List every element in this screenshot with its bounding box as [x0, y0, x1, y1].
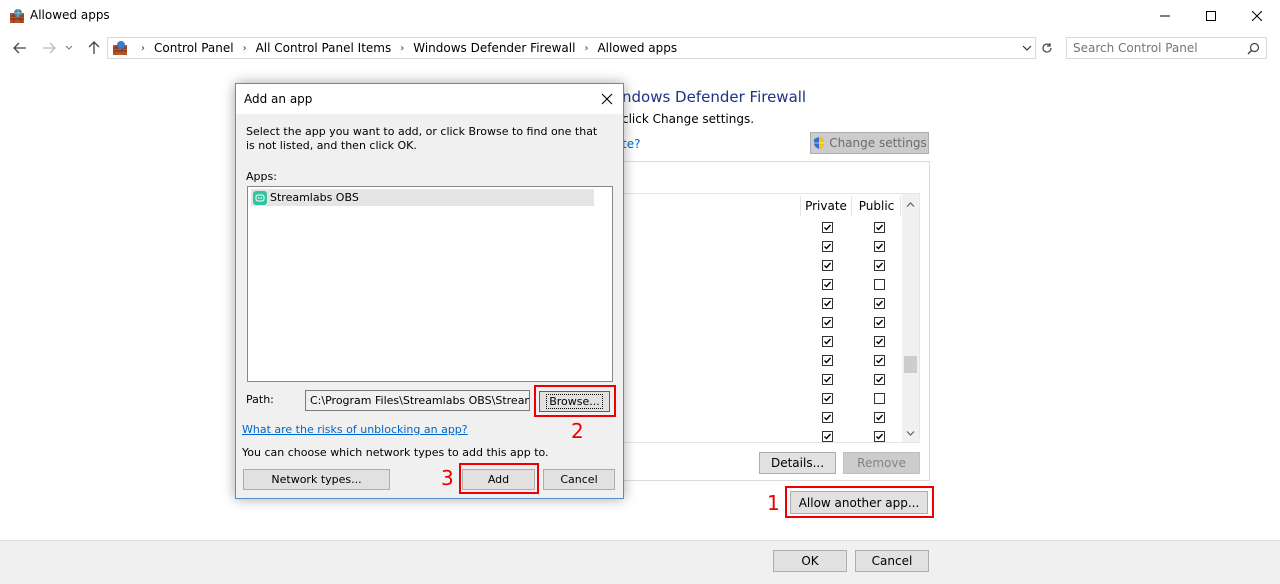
network-types-note: You can choose which network types to ad… — [242, 446, 549, 459]
vertical-scrollbar[interactable] — [902, 194, 919, 442]
breadcrumb-all-items[interactable]: All Control Panel Items — [256, 41, 392, 55]
firewall-app-icon — [9, 8, 25, 24]
checkbox-private[interactable] — [822, 260, 833, 271]
browse-button[interactable]: Browse... — [539, 391, 610, 412]
path-label: Path: — [246, 393, 274, 406]
app-list-item-label: Streamlabs OBS — [270, 191, 359, 204]
chevron-down-icon — [1022, 45, 1032, 51]
shield-icon — [814, 137, 825, 149]
checkbox-private[interactable] — [822, 317, 833, 328]
back-button[interactable] — [9, 38, 31, 58]
forward-button[interactable] — [38, 38, 60, 58]
close-button[interactable] — [1234, 0, 1280, 32]
change-settings-button[interactable]: Change settings — [810, 132, 929, 154]
window-title: Allowed apps — [30, 8, 110, 22]
breadcrumb-control-panel[interactable]: Control Panel — [154, 41, 234, 55]
step-1-label: 1 — [767, 491, 780, 515]
column-header-private[interactable]: Private — [800, 196, 852, 216]
refresh-button[interactable] — [1037, 37, 1057, 59]
chevron-up-icon — [906, 201, 915, 207]
breadcrumb-separator: › — [584, 42, 589, 54]
recent-locations-button[interactable] — [62, 38, 76, 58]
dialog-cancel-button[interactable]: Cancel — [543, 469, 615, 490]
checkbox-public[interactable] — [874, 393, 885, 404]
apps-listbox[interactable] — [247, 186, 613, 382]
app-list-item[interactable]: Streamlabs OBS — [251, 189, 594, 206]
path-field[interactable]: C:\Program Files\Streamlabs OBS\Streamla… — [305, 390, 530, 411]
checkbox-public[interactable] — [874, 336, 885, 347]
up-button[interactable] — [83, 38, 105, 58]
details-button[interactable]: Details... — [759, 452, 836, 474]
checkbox-private[interactable] — [822, 431, 833, 442]
column-header-public[interactable]: Public — [853, 196, 901, 216]
scrollbar-thumb[interactable] — [904, 356, 917, 373]
apps-label: Apps: — [246, 170, 277, 183]
add-button[interactable]: Add — [462, 469, 535, 490]
search-icon[interactable] — [1247, 42, 1260, 55]
allow-another-app-button[interactable]: Allow another app... — [790, 491, 928, 514]
back-arrow-icon — [13, 42, 26, 54]
address-dropdown-button[interactable] — [1020, 40, 1034, 56]
help-link[interactable]: te? — [622, 137, 640, 151]
checkbox-private[interactable] — [822, 355, 833, 366]
breadcrumb: › Control Panel › All Control Panel Item… — [112, 40, 677, 56]
close-icon — [601, 93, 613, 105]
minimize-button[interactable] — [1142, 0, 1188, 32]
checkbox-private[interactable] — [822, 241, 833, 252]
page-heading: ndows Defender Firewall — [622, 88, 807, 106]
page-subtext: click Change settings. — [622, 112, 755, 126]
step-3-label: 3 — [441, 466, 454, 490]
checkbox-private[interactable] — [822, 279, 833, 290]
refresh-icon — [1042, 43, 1052, 53]
dialog-close-button[interactable] — [596, 88, 618, 110]
chevron-down-icon — [65, 45, 73, 50]
change-settings-label: Change settings — [829, 136, 927, 150]
breadcrumb-separator: › — [400, 42, 405, 54]
checkbox-public[interactable] — [874, 374, 885, 385]
browse-button-label: Browse... — [546, 394, 603, 409]
cancel-button[interactable]: Cancel — [855, 550, 929, 572]
maximize-icon — [1206, 11, 1216, 21]
chevron-down-icon — [906, 430, 915, 436]
up-arrow-icon — [88, 41, 100, 54]
control-panel-icon — [112, 40, 128, 56]
checkbox-public[interactable] — [874, 241, 885, 252]
breadcrumb-allowed-apps[interactable]: Allowed apps — [597, 41, 677, 55]
scroll-down-button[interactable] — [902, 425, 919, 441]
checkbox-public[interactable] — [874, 431, 885, 442]
forward-arrow-icon — [43, 42, 56, 54]
search-input[interactable] — [1073, 41, 1233, 55]
checkbox-private[interactable] — [822, 298, 833, 309]
breadcrumb-firewall[interactable]: Windows Defender Firewall — [413, 41, 575, 55]
checkbox-public[interactable] — [874, 222, 885, 233]
scroll-up-button[interactable] — [902, 196, 919, 212]
ok-button[interactable]: OK — [773, 550, 847, 572]
checkbox-private[interactable] — [822, 374, 833, 385]
checkbox-public[interactable] — [874, 412, 885, 423]
bottom-button-bar — [0, 540, 1280, 584]
checkbox-public[interactable] — [874, 317, 885, 328]
checkbox-public[interactable] — [874, 298, 885, 309]
checkbox-public[interactable] — [874, 279, 885, 290]
breadcrumb-separator: › — [141, 42, 145, 54]
risks-link[interactable]: What are the risks of unblocking an app? — [242, 423, 468, 436]
checkbox-public[interactable] — [874, 355, 885, 366]
checkbox-private[interactable] — [822, 412, 833, 423]
breadcrumb-separator: › — [242, 42, 247, 54]
dialog-title: Add an app — [244, 92, 313, 106]
remove-button[interactable]: Remove — [843, 452, 920, 474]
checkbox-private[interactable] — [822, 222, 833, 233]
maximize-button[interactable] — [1188, 0, 1234, 32]
checkbox-public[interactable] — [874, 260, 885, 271]
checkbox-private[interactable] — [822, 336, 833, 347]
search-box[interactable] — [1066, 37, 1267, 59]
title-bar — [0, 0, 1280, 32]
network-types-button[interactable]: Network types... — [243, 469, 390, 490]
minimize-icon — [1160, 15, 1170, 17]
checkbox-private[interactable] — [822, 393, 833, 404]
dialog-description: Select the app you want to add, or click… — [246, 125, 598, 152]
step-2-label: 2 — [571, 419, 584, 443]
close-icon — [1252, 11, 1262, 21]
streamlabs-obs-icon — [253, 190, 267, 205]
